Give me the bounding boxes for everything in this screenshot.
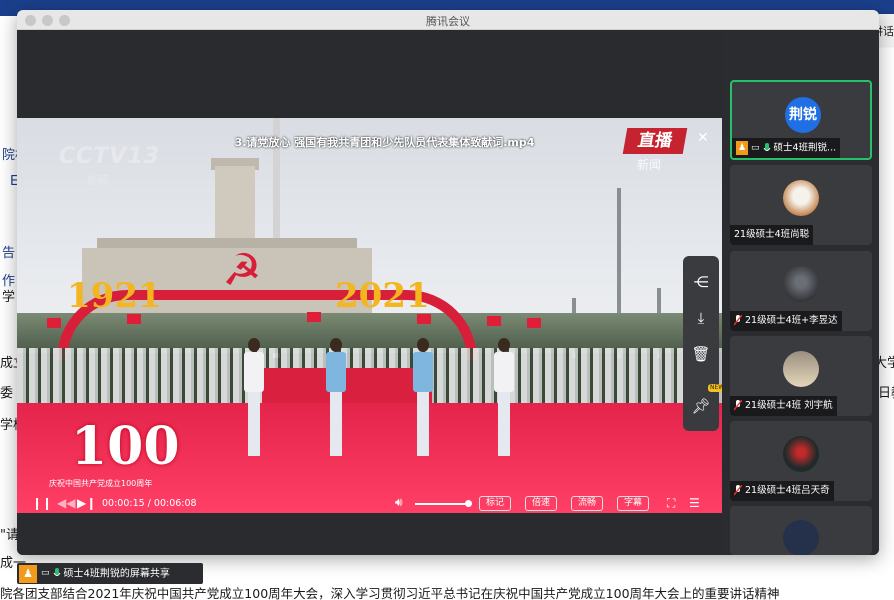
window-title: 腾讯会议 [426, 15, 470, 28]
skip-forward-icon[interactable]: ▶❙ [77, 496, 96, 510]
meeting-window: 腾讯会议 1921 2021 ☭ CCTV13 新闻 直播 新闻 3.请党放心 … [17, 10, 879, 555]
participant-name: 硕士4班荆锐... [773, 142, 837, 154]
host-icon: ♟ [736, 141, 748, 155]
participant-tile[interactable]: 荆锐 ♟ ▭ 硕士4班荆锐... [730, 80, 872, 160]
participant-name-tag: 21级硕士4班 刘宇航 [730, 396, 837, 416]
host-icon: ♟ [19, 564, 37, 583]
skip-back-icon[interactable]: ◀◀ [57, 496, 75, 510]
playback-time: 00:00:15 / 00:06:08 [102, 498, 197, 509]
party-emblem-icon: ☭ [222, 245, 262, 296]
participants-panel: 荆锐 ♟ ▭ 硕士4班荆锐... 21级硕士4班尚聪 21级硕士4班+李昱达 21级… [722, 30, 879, 555]
participant-name-tag: 21级硕士4班吕天奇 [730, 481, 834, 501]
participant-tile[interactable]: 21级硕士4班+李昱达 [730, 251, 872, 331]
video-performer [325, 338, 347, 458]
playlist-icon[interactable]: ☰ [689, 496, 700, 510]
screen-share-label: 硕士4班荆锐的屏幕共享 [63, 568, 170, 580]
background-text: 告 [2, 246, 16, 261]
cctv-channel-sub: 新闻 [87, 174, 109, 187]
video-performer [493, 338, 515, 458]
video-flag [527, 318, 541, 328]
microphone-muted-icon [734, 485, 742, 496]
video-performer [412, 338, 434, 458]
screen-share-indicator[interactable]: ♟ ▭ 硕士4班荆锐的屏幕共享 [17, 563, 203, 584]
participant-name-tag: 21级硕士4班尚聪 [730, 225, 814, 245]
screen-share-icon: ▭ [751, 143, 760, 153]
anniversary-logo: 100 庆祝中国共产党成立100周年 [49, 416, 180, 488]
volume-slider-handle[interactable] [465, 500, 472, 507]
background-text: 委 [0, 386, 14, 401]
avatar [783, 436, 819, 472]
volume-slider[interactable] [415, 503, 469, 505]
participant-name: 21级硕士4班 刘宇航 [745, 400, 833, 411]
share-icon[interactable]: ⋲ [683, 264, 719, 300]
participant-tile[interactable]: 21级硕士4班 刘宇航 [730, 336, 872, 416]
subtitle-button[interactable]: 字幕 [617, 496, 649, 511]
participant-name: 21级硕士4班+李昱达 [745, 315, 838, 326]
anniversary-subtitle: 庆祝中国共产党成立100周年 [49, 479, 153, 488]
microphone-icon [763, 142, 770, 151]
participant-name-tag: ♟ ▭ 硕士4班荆锐... [732, 138, 841, 158]
volume-icon[interactable]: 🔊︎ [395, 495, 403, 510]
background-article-line: 院各团支部结合2021年庆祝中国共产党成立100周年大会，深入学习贯彻习近平总书… [0, 586, 780, 600]
background-text: 学 [2, 290, 16, 305]
participant-tile[interactable]: 21级硕士4班吕天奇 [730, 421, 872, 501]
video-year-left: 1921 [67, 276, 162, 316]
fullscreen-icon[interactable]: ⛶ [667, 496, 675, 511]
video-flag [487, 316, 501, 326]
participant-tile[interactable] [730, 506, 872, 555]
video-performer [243, 338, 265, 458]
live-badge-sub: 新闻 [637, 158, 662, 172]
quality-button[interactable]: 流畅 [571, 496, 603, 511]
video-flag [47, 318, 61, 328]
window-titlebar: 腾讯会议 [17, 10, 879, 30]
video-flag [307, 312, 321, 322]
trash-icon[interactable]: 🗑︎ [683, 336, 719, 372]
avatar [783, 520, 819, 555]
mark-button[interactable]: 标记 [479, 496, 511, 511]
video-frame[interactable]: 1921 2021 ☭ CCTV13 新闻 直播 新闻 3.请党放心 强国有我共… [17, 118, 722, 513]
anniversary-number: 100 [71, 416, 180, 477]
download-icon[interactable]: ⤓ [683, 300, 719, 336]
video-year-right: 2021 [335, 276, 430, 316]
video-control-bar: ❙❙ ◀◀ ▶❙ 00:00:15 / 00:06:08 🔊︎ 标记 倍速 流畅… [17, 493, 722, 515]
video-file-title: 3.请党放心 强国有我共青团和少先队员代表集体致献词.mp4 [234, 136, 535, 149]
shared-video-area: 1921 2021 ☭ CCTV13 新闻 直播 新闻 3.请党放心 强国有我共… [17, 30, 727, 555]
microphone-icon [53, 568, 60, 576]
participant-name: 21级硕士4班尚聪 [734, 229, 810, 240]
floating-toolbar: ⋲ ⤓ 🗑︎ 📌︎ NEW [683, 256, 727, 431]
speed-button[interactable]: 倍速 [525, 496, 557, 511]
participant-name-tag: 21级硕士4班+李昱达 [730, 311, 842, 331]
microphone-muted-icon [734, 315, 742, 326]
participant-tile[interactable]: 21级硕士4班尚聪 [730, 165, 872, 245]
close-icon[interactable]: ✕ [697, 130, 709, 146]
avatar [783, 266, 819, 302]
background-text: 日教 [878, 386, 894, 401]
avatar: 荆锐 [785, 97, 821, 133]
pin-icon[interactable]: 📌︎ [683, 388, 719, 424]
participant-name: 21级硕士4班吕天奇 [745, 485, 830, 496]
pause-icon[interactable]: ❙❙ [32, 496, 52, 510]
avatar [783, 351, 819, 387]
screen-share-icon: ▭ [41, 568, 50, 578]
microphone-muted-icon [734, 400, 742, 411]
avatar [783, 180, 819, 216]
